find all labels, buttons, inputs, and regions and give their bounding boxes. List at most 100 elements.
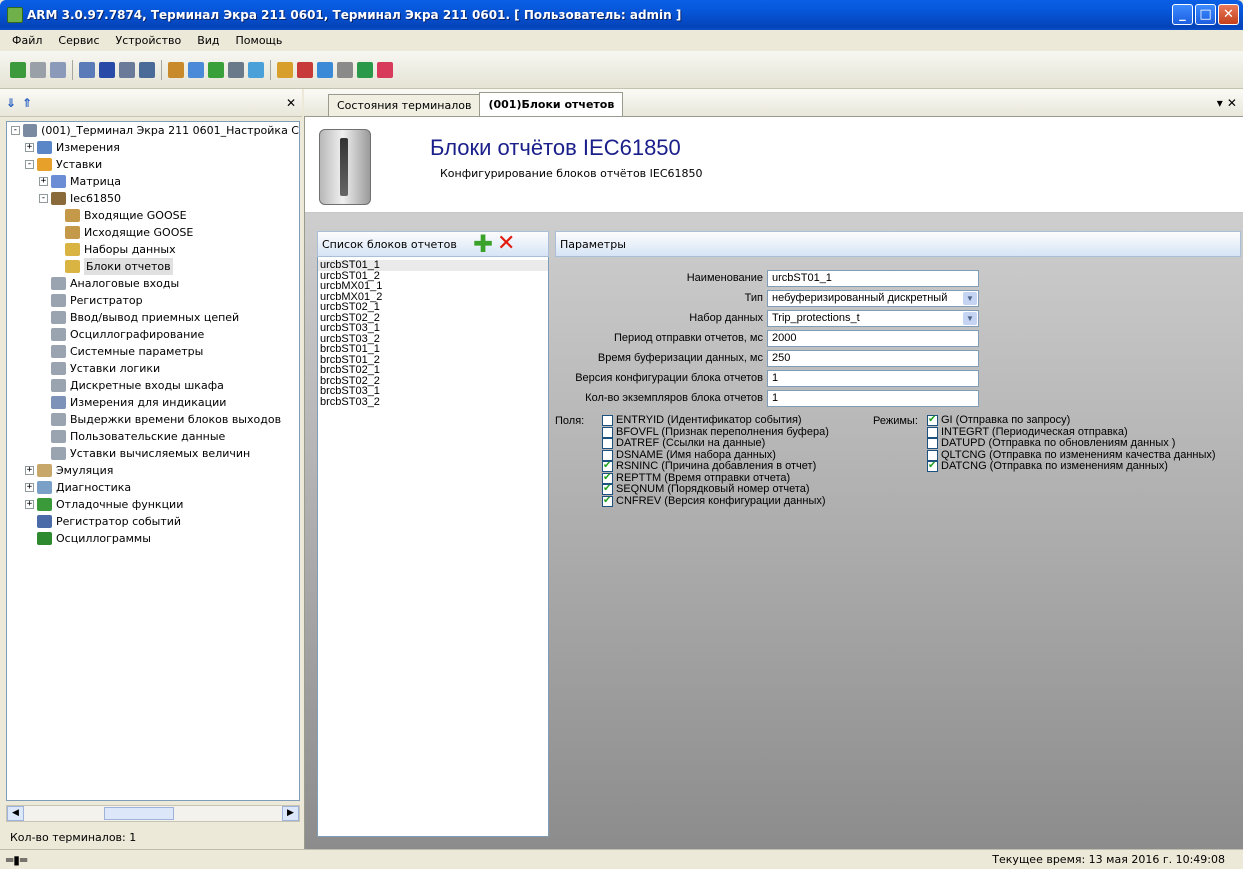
checkbox[interactable]: [927, 438, 938, 450]
param-input[interactable]: urcbST01_1: [767, 269, 979, 287]
chevron-down-icon[interactable]: ▼: [963, 291, 977, 305]
tab-controls[interactable]: ▾ ✕: [1217, 96, 1237, 110]
checkbox[interactable]: [602, 438, 613, 450]
import-icon[interactable]: [337, 61, 353, 78]
param-select[interactable]: Trip_protections_t ▼: [767, 309, 979, 327]
tree-item[interactable]: Блоки отчетов: [7, 258, 299, 275]
compare-icon[interactable]: [208, 61, 224, 78]
checkbox[interactable]: [927, 460, 938, 473]
checkbox-row[interactable]: DATUPD (Отправка по обновлениям данных ): [927, 437, 1216, 450]
tree-item[interactable]: + Отладочные функции: [7, 496, 299, 513]
list-item[interactable]: urcbST03_1: [318, 323, 548, 334]
param-input[interactable]: 1: [767, 369, 979, 387]
expand-icon[interactable]: +: [25, 143, 34, 152]
menu-item-0[interactable]: Файл: [4, 34, 50, 47]
list-item[interactable]: brcbST01_1: [318, 344, 548, 355]
tree-item[interactable]: Регистратор: [7, 292, 299, 309]
checkbox[interactable]: [602, 460, 613, 473]
tree-item[interactable]: Входящие GOOSE: [7, 207, 299, 224]
param-input[interactable]: 250: [767, 349, 979, 367]
sync-icon[interactable]: [357, 61, 373, 78]
checkbox-row[interactable]: RSNINC (Причина добавления в отчет): [602, 460, 829, 473]
expand-icon[interactable]: +: [25, 500, 34, 509]
close-button[interactable]: ✕: [1218, 4, 1239, 25]
expand-icon[interactable]: +: [25, 466, 34, 475]
checkbox-row[interactable]: DATREF (Ссылки на данные): [602, 437, 829, 450]
collapse-icon[interactable]: -: [39, 194, 48, 203]
checkbox-row[interactable]: CNFREV (Версия конфигурации данных): [602, 495, 829, 508]
list-item[interactable]: brcbST02_1: [318, 365, 548, 376]
param-input[interactable]: 2000: [767, 329, 979, 347]
layout-dropdown-icon[interactable]: [139, 61, 155, 78]
book-icon[interactable]: [377, 61, 393, 78]
move-up-icon[interactable]: ⇑: [22, 96, 32, 110]
checkbox-row[interactable]: DATCNG (Отправка по изменениям данных): [927, 460, 1216, 473]
checkbox-row[interactable]: GI (Отправка по запросу): [927, 414, 1216, 427]
tree-item[interactable]: + Измерения: [7, 139, 299, 156]
chevron-down-icon[interactable]: ▼: [963, 311, 977, 325]
tree-item[interactable]: + Диагностика: [7, 479, 299, 496]
checkbox[interactable]: [927, 426, 938, 438]
tree-item[interactable]: Дискретные входы шкафа: [7, 377, 299, 394]
tree-item[interactable]: - Iec61850: [7, 190, 299, 207]
list-item[interactable]: brcbST03_2: [318, 396, 548, 408]
read-icon[interactable]: [168, 61, 184, 78]
list-item[interactable]: urcbST01_1: [318, 260, 548, 271]
write-icon[interactable]: [188, 61, 204, 78]
scroll-left-icon[interactable]: ◀: [7, 806, 24, 821]
disconnect-icon[interactable]: [30, 61, 46, 78]
param-input[interactable]: 1: [767, 389, 979, 407]
tree-item[interactable]: - (001)_Терминал Экра 211 0601_Настройка …: [7, 122, 299, 139]
tree-item[interactable]: + Эмуляция: [7, 462, 299, 479]
move-down-icon[interactable]: ⇓: [6, 96, 16, 110]
menu-item-4[interactable]: Помощь: [228, 34, 291, 47]
time-icon[interactable]: [248, 61, 264, 78]
tree-item[interactable]: Осциллограммы: [7, 530, 299, 547]
list-item[interactable]: urcbMX01_1: [318, 281, 548, 292]
expand-icon[interactable]: +: [39, 177, 48, 186]
checkbox[interactable]: [602, 415, 613, 427]
export-icon[interactable]: [317, 61, 333, 78]
tree-item[interactable]: Системные параметры: [7, 343, 299, 360]
checkbox[interactable]: [602, 426, 613, 438]
list-view-icon[interactable]: [79, 61, 95, 78]
tree-item[interactable]: Уставки логики: [7, 360, 299, 377]
add-icon[interactable]: ✚: [473, 232, 493, 256]
checkbox-row[interactable]: ENTRYID (Идентификатор события): [602, 414, 829, 427]
tree-item[interactable]: + Матрица: [7, 173, 299, 190]
edit-icon[interactable]: [297, 61, 313, 78]
tree-item[interactable]: - Уставки: [7, 156, 299, 173]
param-select[interactable]: небуферизированный дискретный ▼: [767, 289, 979, 307]
menu-item-3[interactable]: Вид: [189, 34, 227, 47]
tree-item[interactable]: Выдержки времени блоков выходов: [7, 411, 299, 428]
tab-0[interactable]: Состояния терминалов: [328, 94, 481, 116]
tree-item[interactable]: Ввод/вывод приемных цепей: [7, 309, 299, 326]
scroll-right-icon[interactable]: ▶: [282, 806, 299, 821]
tree-item[interactable]: Исходящие GOOSE: [7, 224, 299, 241]
collapse-icon[interactable]: -: [11, 126, 20, 135]
checkbox[interactable]: [927, 414, 938, 427]
tree-item[interactable]: Пользовательские данные: [7, 428, 299, 445]
tree-item[interactable]: Аналоговые входы: [7, 275, 299, 292]
connect-icon[interactable]: [10, 61, 26, 78]
checkbox[interactable]: [602, 472, 613, 484]
checkbox[interactable]: [927, 449, 938, 461]
list-item[interactable]: urcbST02_1: [318, 302, 548, 313]
checkbox-row[interactable]: SEQNUM (Порядковый номер отчета): [602, 483, 829, 496]
tree-item[interactable]: Измерения для индикации: [7, 394, 299, 411]
collapse-icon[interactable]: -: [25, 160, 34, 169]
checkbox[interactable]: [602, 495, 613, 507]
tab-1[interactable]: (001)Блоки отчетов: [479, 92, 624, 116]
tree-item[interactable]: Наборы данных: [7, 241, 299, 258]
report-icon[interactable]: [277, 61, 293, 78]
delete-icon[interactable]: ✕: [497, 233, 515, 255]
expand-icon[interactable]: +: [25, 483, 34, 492]
maximize-button[interactable]: □: [1195, 4, 1216, 25]
menu-item-1[interactable]: Сервис: [50, 34, 107, 47]
filter-icon[interactable]: [228, 61, 244, 78]
tree-view-icon[interactable]: [119, 61, 135, 78]
tree-item[interactable]: Осциллографирование: [7, 326, 299, 343]
checkbox[interactable]: [602, 449, 613, 461]
checkbox[interactable]: [602, 483, 613, 496]
close-panel-icon[interactable]: ✕: [286, 96, 296, 110]
